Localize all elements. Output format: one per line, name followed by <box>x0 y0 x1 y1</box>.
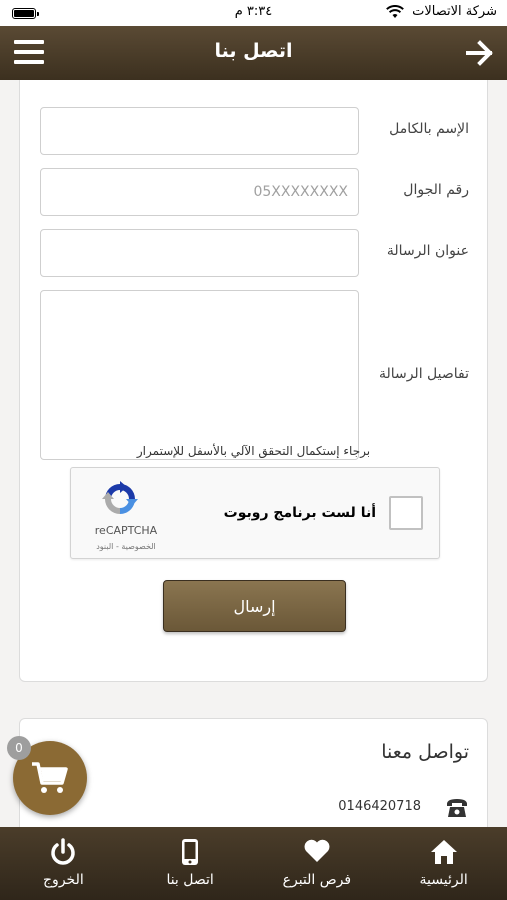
recaptcha-brand: reCAPTCHA <box>94 524 158 537</box>
submit-button[interactable]: إرسال <box>163 580 346 632</box>
heart-icon <box>304 839 330 862</box>
recaptcha-widget: أنا لست برنامج روبوت reCAPTCHA الخصوصية … <box>70 467 440 559</box>
telephone-icon <box>447 799 467 817</box>
subject-field[interactable] <box>40 229 359 277</box>
cart-count-badge: 0 <box>7 736 31 760</box>
contact-form-card: الإسم بالكامل رقم الجوال عنوان الرسالة ت… <box>19 80 488 682</box>
nav-item-logout[interactable]: الخروج <box>0 827 127 900</box>
mobile-field[interactable] <box>40 168 359 216</box>
full-name-field[interactable] <box>40 107 359 155</box>
recaptcha-checkbox[interactable] <box>389 496 423 530</box>
captcha-hint: برجاء إستكمال التحقق الآلي بالأسفل للإست… <box>136 444 371 458</box>
status-bar: ٣:٣٤ م شركة الاتصالات <box>0 0 507 26</box>
contact-us-card: تواصل معنا 0146420718 <box>19 718 488 827</box>
power-icon <box>51 838 76 865</box>
nav-item-home[interactable]: الرئيسية <box>380 827 507 900</box>
home-icon <box>430 840 457 864</box>
contact-us-title: تواصل معنا <box>381 741 469 763</box>
nav-label-logout: الخروج <box>43 872 84 888</box>
nav-label-contact-us: اتصل بنا <box>166 872 214 888</box>
contact-phone-number[interactable]: 0146420718 <box>338 799 421 814</box>
app-header: اتصل بنا <box>0 26 507 80</box>
status-time: ٣:٣٤ م <box>234 4 273 19</box>
arrow-right-icon[interactable] <box>465 38 495 68</box>
shopping-cart-icon <box>32 762 68 793</box>
full-name-label: الإسم بالكامل <box>389 121 469 137</box>
recaptcha-logo-icon <box>102 481 138 514</box>
content-area[interactable]: الإسم بالكامل رقم الجوال عنوان الرسالة ت… <box>0 80 507 827</box>
message-details-field[interactable] <box>40 290 359 460</box>
nav-label-home: الرئيسية <box>419 872 468 888</box>
nav-item-donation-opportunities[interactable]: فرص التبرع <box>254 827 381 900</box>
mobile-label: رقم الجوال <box>403 182 469 198</box>
message-details-label: تفاصيل الرسالة <box>378 366 469 382</box>
nav-label-donation-opportunities: فرص التبرع <box>282 872 352 888</box>
mobile-phone-icon <box>182 839 199 865</box>
wifi-icon <box>386 5 404 18</box>
recaptcha-privacy-terms-links[interactable]: الخصوصية - البنود <box>81 542 171 551</box>
nav-item-contact-us[interactable]: اتصل بنا <box>127 827 254 900</box>
subject-label: عنوان الرسالة <box>386 243 469 259</box>
page-title: اتصل بنا <box>214 40 293 62</box>
battery-icon <box>12 8 39 19</box>
recaptcha-label: أنا لست برنامج روبوت <box>223 505 376 521</box>
status-carrier: شركة الاتصالات <box>412 4 497 19</box>
bottom-nav: الرئيسية فرص التبرع اتصل بنا الخروج <box>0 827 507 900</box>
